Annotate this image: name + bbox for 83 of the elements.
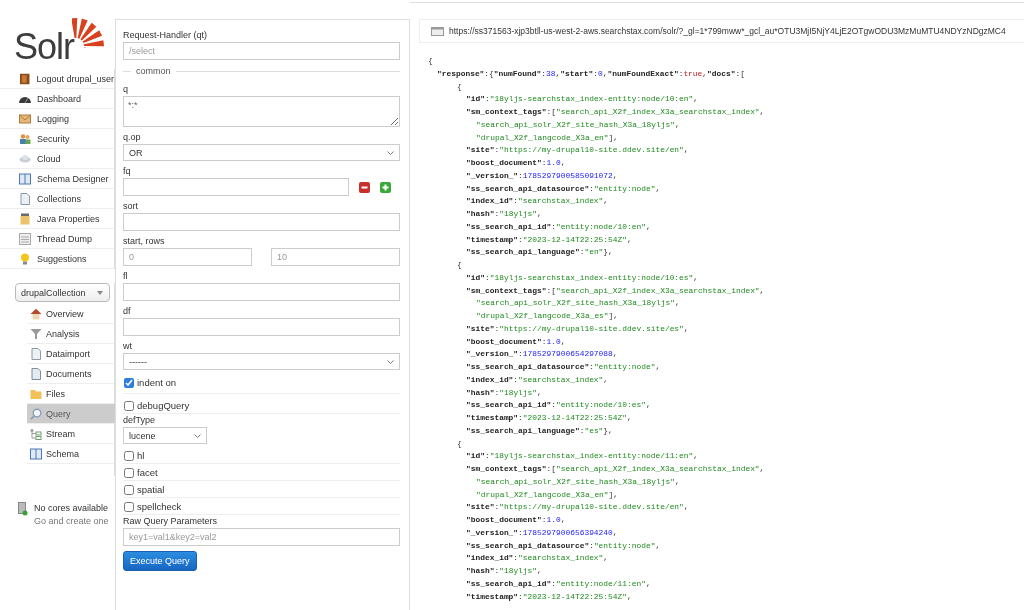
field-label: fq bbox=[123, 166, 132, 176]
input-field[interactable] bbox=[123, 213, 400, 231]
house-icon bbox=[30, 307, 42, 320]
core-menu-item[interactable]: Analysis bbox=[27, 324, 114, 344]
checkbox-label: facet bbox=[137, 467, 158, 478]
core-menu-item[interactable]: Documents bbox=[27, 364, 114, 384]
menu-item[interactable]: Java Properties bbox=[0, 209, 114, 229]
input-field[interactable] bbox=[123, 283, 400, 301]
input-field[interactable]: /select bbox=[123, 42, 400, 60]
network-icon bbox=[30, 427, 42, 440]
book-icon bbox=[19, 172, 31, 185]
checkbox-label: spellcheck bbox=[137, 501, 182, 512]
checkbox[interactable] bbox=[124, 400, 134, 411]
checkbox[interactable] bbox=[124, 450, 134, 461]
core-menu-item[interactable]: Dataimport bbox=[27, 344, 114, 364]
field-label: df bbox=[123, 306, 132, 316]
input-field[interactable]: 0 bbox=[123, 248, 252, 266]
checkbox[interactable] bbox=[124, 501, 134, 512]
core-menu-item[interactable]: Query bbox=[27, 404, 115, 424]
core-menu-item[interactable]: Overview bbox=[27, 304, 114, 324]
checkbox[interactable] bbox=[124, 484, 134, 495]
caret-icon bbox=[97, 290, 103, 295]
field-label: Request-Handler (qt) bbox=[123, 30, 209, 40]
book-icon bbox=[30, 447, 42, 460]
menu-item[interactable]: Dashboard bbox=[0, 89, 114, 109]
server-icon bbox=[18, 502, 28, 516]
menu-item[interactable]: Collections bbox=[0, 189, 114, 209]
core-menu-item[interactable]: Stream bbox=[27, 424, 114, 444]
input-field[interactable] bbox=[123, 318, 400, 336]
document-icon bbox=[19, 192, 31, 205]
minus-icon[interactable] bbox=[359, 181, 370, 193]
menu-item[interactable]: Schema Designer bbox=[0, 169, 114, 189]
chevron-icon bbox=[387, 150, 394, 155]
window-icon bbox=[431, 26, 444, 36]
field-label: wt bbox=[123, 341, 133, 351]
menu-item[interactable]: Thread Dump bbox=[0, 229, 114, 249]
field-label: q.op bbox=[123, 132, 142, 142]
menu-item[interactable]: Security bbox=[0, 129, 114, 149]
checkbox-label: debugQuery bbox=[137, 400, 190, 411]
jar-icon bbox=[19, 212, 31, 225]
users-icon bbox=[19, 132, 31, 145]
input-field[interactable]: 10 bbox=[271, 248, 400, 266]
list-icon bbox=[19, 232, 31, 245]
dropdown[interactable]: OR bbox=[123, 144, 400, 161]
chevron-icon bbox=[194, 433, 201, 438]
field-label: fl bbox=[123, 271, 129, 281]
field-label: q bbox=[123, 84, 129, 94]
input-field[interactable]: key1=val1&key2=val2 bbox=[123, 528, 400, 546]
field-label: start, rows bbox=[123, 236, 166, 246]
section-legend: common bbox=[136, 66, 171, 76]
field-label: defType bbox=[123, 415, 157, 425]
funnel-icon bbox=[30, 327, 42, 340]
document-icon bbox=[30, 347, 42, 360]
checkbox-label: spatial bbox=[137, 484, 165, 495]
notice-text: No cores available bbox=[34, 502, 109, 515]
door-icon bbox=[19, 72, 31, 85]
dropdown[interactable]: lucene bbox=[123, 427, 207, 444]
chevron-icon bbox=[387, 359, 394, 364]
plus-icon[interactable] bbox=[380, 181, 391, 193]
field-label: Raw Query Parameters bbox=[123, 516, 219, 526]
document-icon bbox=[30, 367, 42, 380]
checkbox-label: hl bbox=[137, 450, 145, 461]
menu-item[interactable]: Logout drupal_user bbox=[0, 69, 114, 89]
core-selector[interactable]: drupalCollection bbox=[15, 283, 110, 302]
menu-item[interactable]: Suggestions bbox=[0, 249, 114, 269]
menu-item[interactable]: Logging bbox=[0, 109, 114, 129]
menu-item[interactable]: Cloud bbox=[0, 149, 114, 169]
logo-text: Solr bbox=[14, 27, 75, 67]
field-label: sort bbox=[123, 201, 139, 211]
lightbulb-icon bbox=[19, 252, 31, 265]
checkbox[interactable] bbox=[124, 467, 134, 478]
create-link[interactable]: Go and create one bbox=[34, 515, 109, 528]
dropdown[interactable]: ------ bbox=[123, 353, 400, 370]
query-field[interactable]: *:* bbox=[123, 96, 400, 127]
checkbox[interactable] bbox=[124, 377, 134, 388]
execute-button[interactable]: Execute Query bbox=[123, 551, 197, 571]
checkbox-label: indent on bbox=[137, 377, 177, 388]
core-menu-item[interactable]: Schema bbox=[27, 444, 114, 464]
folder-icon bbox=[30, 387, 42, 400]
input-field[interactable] bbox=[123, 178, 349, 196]
envelope-icon bbox=[19, 112, 31, 125]
search-icon bbox=[30, 407, 42, 420]
cloud-icon bbox=[19, 152, 31, 165]
